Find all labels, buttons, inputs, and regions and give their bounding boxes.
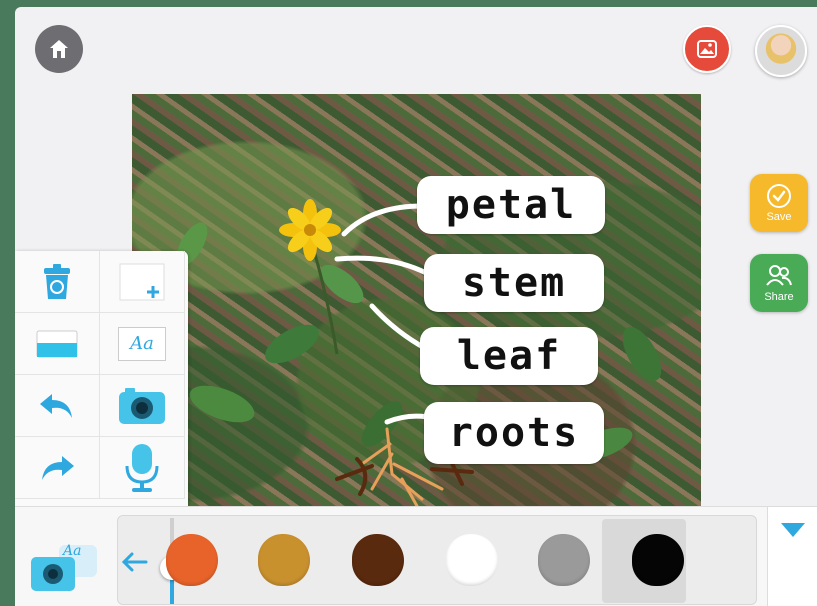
fill-icon (36, 330, 78, 357)
microphone-tool[interactable] (100, 437, 185, 499)
checkmark-icon (767, 184, 791, 208)
image-icon (697, 40, 717, 58)
save-label: Save (766, 211, 792, 223)
label-roots[interactable]: roots (424, 402, 604, 464)
label-petal[interactable]: petal (417, 176, 605, 234)
add-page-icon (119, 263, 165, 300)
camera-icon (119, 387, 165, 424)
collapse-arrow-button[interactable] (120, 544, 150, 580)
text-tool[interactable]: Aa (100, 313, 185, 375)
microphone-icon (125, 443, 159, 492)
home-icon (50, 40, 68, 58)
swatch-gray[interactable] (538, 534, 590, 586)
share-button[interactable]: Share (750, 254, 808, 312)
swatch-brown[interactable] (352, 534, 404, 586)
user-avatar[interactable] (755, 25, 807, 77)
arrow-left-icon (122, 552, 148, 572)
fill-tool[interactable] (15, 313, 100, 375)
save-button[interactable]: Save (750, 174, 808, 232)
redo-icon (42, 455, 74, 480)
gallery-button[interactable] (683, 25, 731, 73)
undo-tool[interactable] (15, 375, 100, 437)
redo-tool[interactable] (15, 437, 100, 499)
home-button[interactable] (35, 25, 83, 73)
trash-tool[interactable] (15, 251, 100, 313)
swatch-white[interactable] (446, 534, 498, 586)
add-page-tool[interactable] (100, 251, 185, 313)
label-stem[interactable]: stem (424, 254, 604, 312)
photo-drawing (176, 199, 662, 506)
undo-icon (40, 393, 72, 418)
flower (279, 199, 341, 261)
bottom-bar: Aa (15, 506, 817, 606)
tool-panel: Aa (15, 251, 188, 506)
share-label: Share (764, 291, 794, 303)
trash-icon (44, 263, 70, 299)
people-icon (766, 265, 792, 286)
drawing-canvas[interactable]: petal stem leaf roots (132, 94, 701, 506)
app-frame: petal stem leaf roots Save Share Aa Aa (15, 7, 817, 606)
camera-tool[interactable] (100, 375, 185, 437)
label-leaf[interactable]: leaf (420, 327, 598, 385)
expand-menu-button[interactable] (767, 507, 817, 606)
swatch-orange[interactable] (166, 534, 218, 586)
swatch-black[interactable] (632, 534, 684, 586)
photo-text-logo[interactable]: Aa (29, 543, 101, 595)
text-icon: Aa (118, 326, 166, 361)
color-palette (117, 515, 757, 605)
swatch-tan[interactable] (258, 534, 310, 586)
logo-text: Aa (63, 543, 82, 559)
triangle-down-icon (780, 523, 805, 537)
